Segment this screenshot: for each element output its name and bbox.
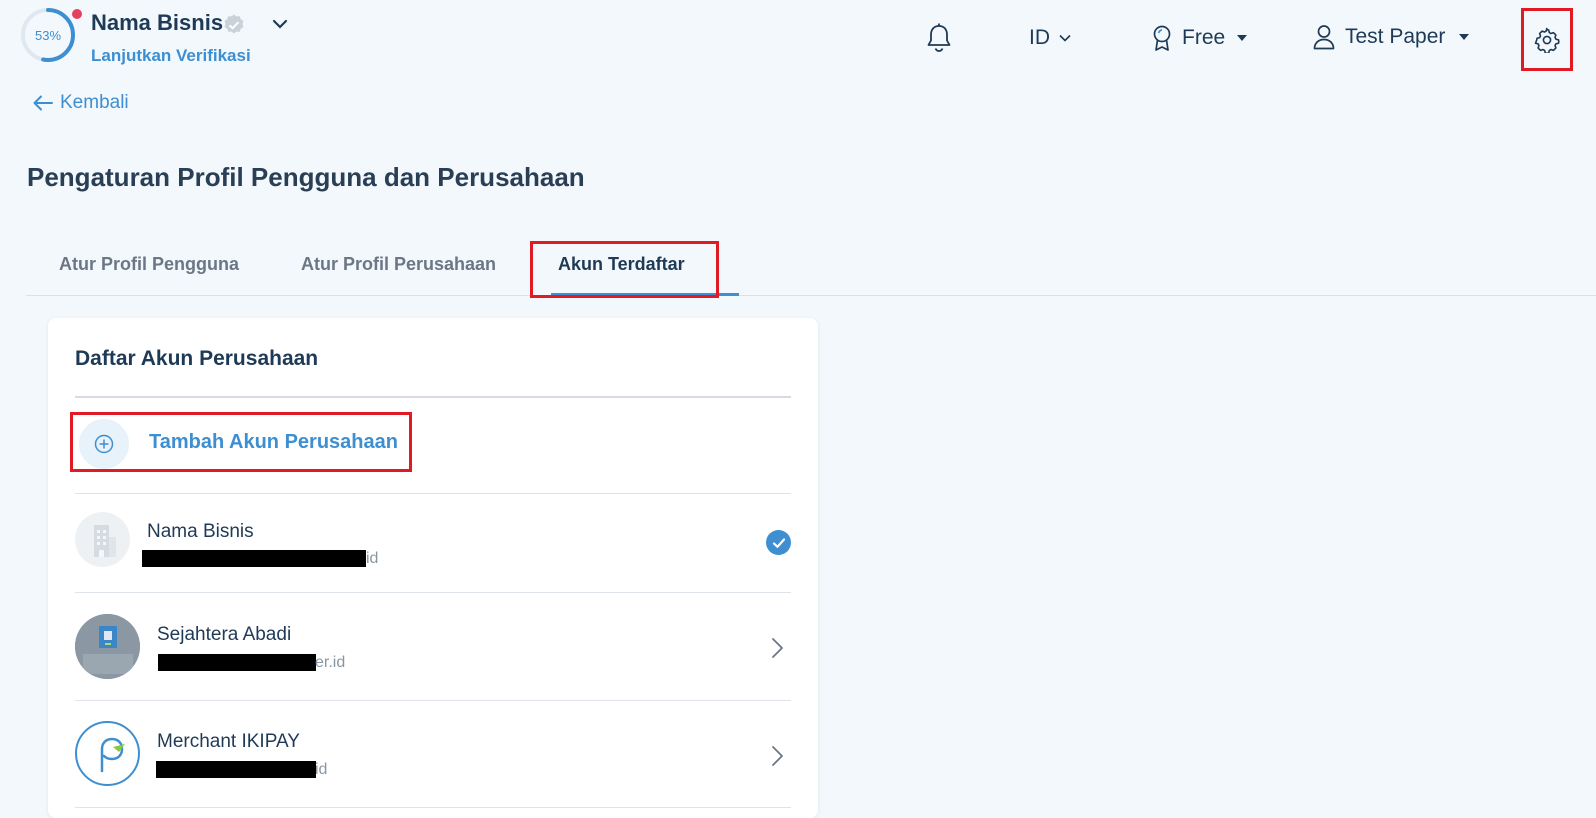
language-label: ID [1029, 26, 1050, 49]
add-account-label: Tambah Akun Perusahaan [149, 431, 398, 453]
plan-label: Free [1182, 26, 1226, 49]
company-accounts-card: Daftar Akun Perusahaan Tambah Akun Perus… [48, 318, 818, 818]
back-link[interactable]: Kembali [32, 92, 129, 114]
business-name[interactable]: Nama Bisnis [91, 10, 223, 36]
user-name: Test Paper [1345, 25, 1446, 48]
chevron-right-icon [772, 638, 783, 658]
merchant-logo-avatar [75, 721, 140, 786]
company-photo-avatar [75, 614, 140, 679]
add-circle [79, 419, 129, 469]
building-avatar [75, 512, 130, 567]
settings-button[interactable] [1521, 8, 1573, 71]
tab-company-profile[interactable]: Atur Profil Perusahaan [301, 254, 496, 275]
divider [75, 396, 791, 398]
verification-progress[interactable]: 53% [20, 7, 76, 63]
chevron-down-icon [1059, 34, 1071, 42]
arrow-left-icon [33, 95, 53, 111]
chevron-down-icon[interactable] [270, 14, 290, 34]
add-company-account-button[interactable]: Tambah Akun Perusahaan [70, 412, 412, 472]
selected-check-icon [766, 530, 791, 555]
tab-user-profile[interactable]: Atur Profil Pengguna [59, 254, 239, 275]
top-bar: 53% Nama Bisnis Lanjutkan Verifikasi ID … [0, 0, 1596, 80]
redacted-email [158, 654, 316, 671]
award-ribbon-icon [1153, 25, 1171, 51]
progress-percent: 53% [34, 27, 62, 43]
card-title: Daftar Akun Perusahaan [75, 347, 319, 370]
account-email-tail: id [366, 550, 379, 567]
user-icon [1313, 25, 1335, 50]
notification-dot [72, 9, 82, 19]
plus-circle-icon [94, 434, 114, 454]
language-selector[interactable]: ID [1029, 26, 1072, 50]
redacted-email [156, 761, 316, 778]
page-title: Pengaturan Profil Pengguna dan Perusahaa… [27, 162, 585, 192]
redacted-email [142, 550, 366, 567]
account-name: Nama Bisnis [147, 521, 254, 542]
tab-bar: Atur Profil Pengguna Atur Profil Perusah… [26, 240, 1596, 296]
continue-verification-link[interactable]: Lanjutkan Verifikasi [91, 46, 251, 66]
bell-icon[interactable] [924, 22, 954, 54]
plan-selector[interactable]: Free [1150, 24, 1248, 52]
verified-badge-icon [224, 14, 244, 34]
company-photo-icon [75, 614, 140, 679]
account-email-tail: er.id [315, 654, 346, 671]
back-label: Kembali [60, 92, 129, 113]
account-row-merchant-ikipay[interactable]: Merchant IKIPAY id [75, 701, 791, 799]
caret-down-icon [1459, 34, 1470, 40]
account-row-sejahtera-abadi[interactable]: Sejahtera Abadi er.id [75, 593, 791, 691]
caret-down-icon [1237, 35, 1248, 41]
chevron-right-icon [772, 746, 783, 766]
ikipay-logo-icon [100, 737, 125, 772]
building-icon [93, 524, 116, 557]
tab-highlight-box [530, 241, 719, 298]
user-menu[interactable]: Test Paper [1313, 24, 1470, 50]
account-row-nama-bisnis[interactable]: Nama Bisnis id [75, 494, 791, 592]
gear-icon [1534, 27, 1560, 53]
account-name: Merchant IKIPAY [157, 731, 300, 752]
account-email-tail: id [315, 761, 328, 778]
account-name: Sejahtera Abadi [157, 624, 292, 645]
